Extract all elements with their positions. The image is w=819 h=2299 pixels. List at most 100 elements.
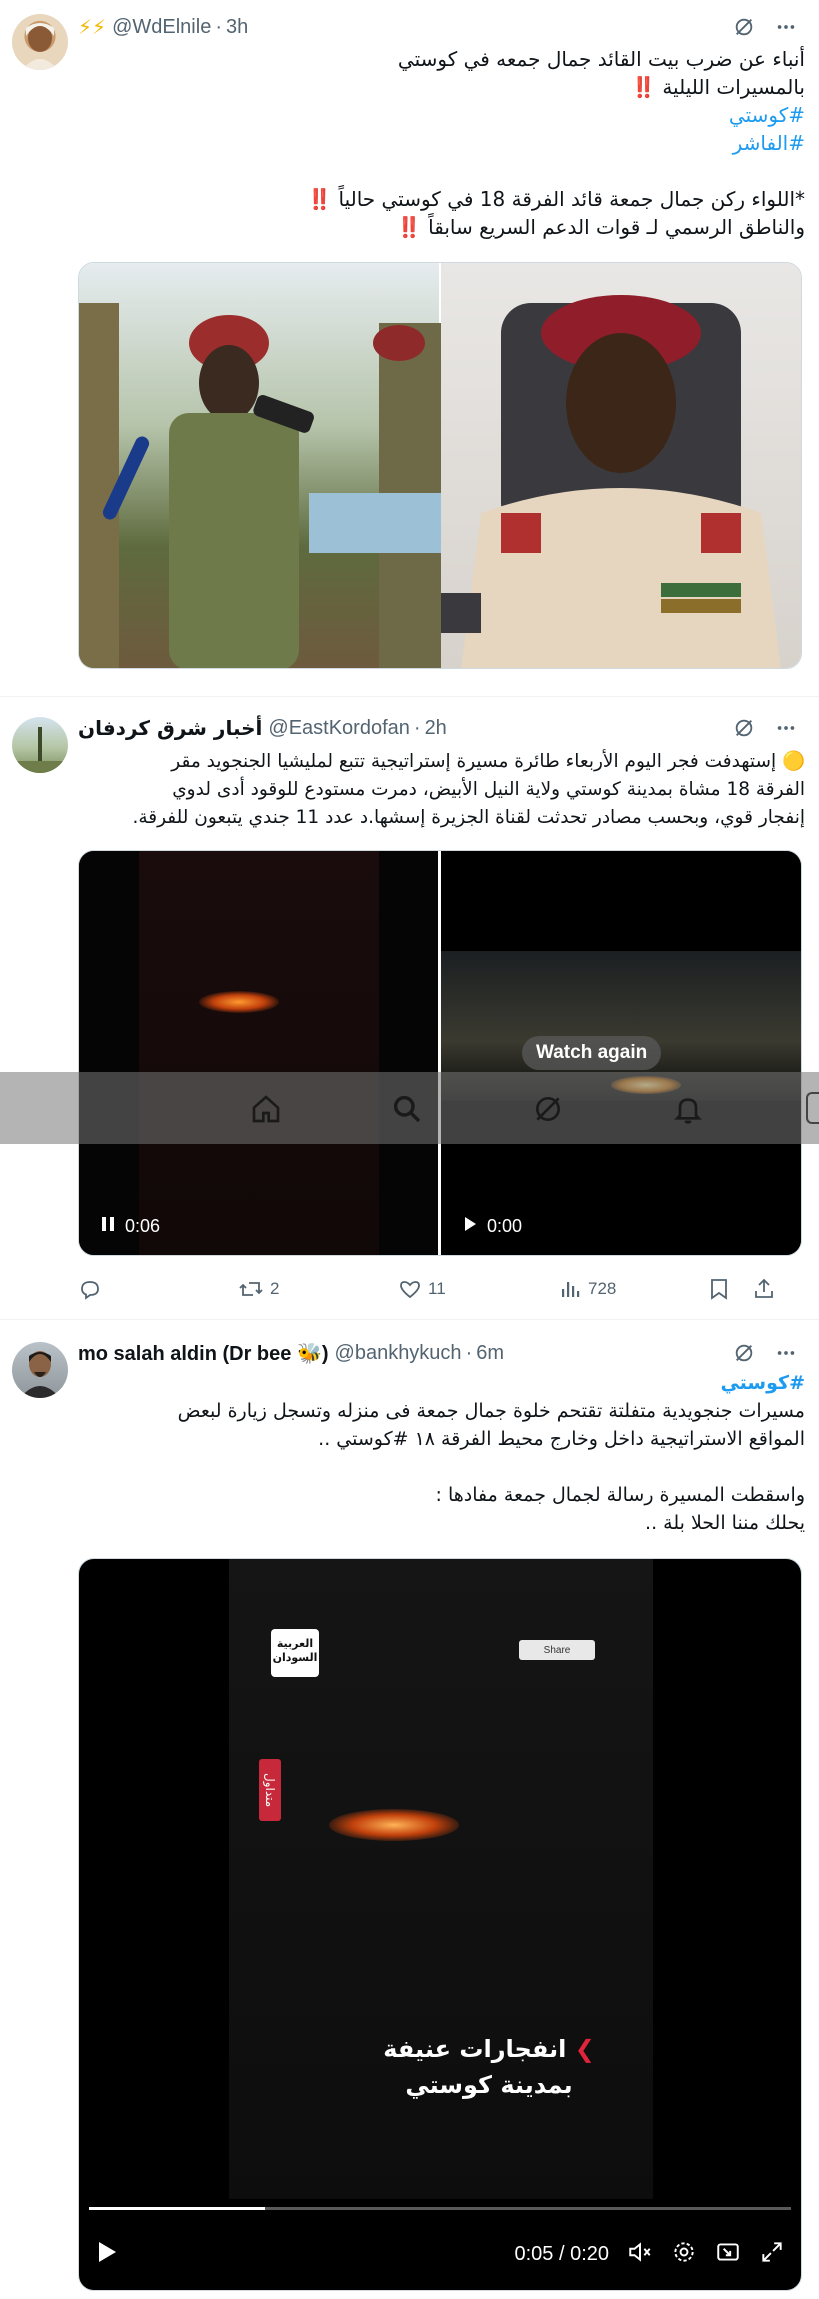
author-handle[interactable]: @EastKordofan [268, 717, 410, 740]
author-name[interactable]: ⚡⚡ [78, 15, 106, 40]
hashtag-link[interactable]: #كوستي [78, 1369, 805, 1397]
tweet-text: #كوستي مسيرات جنجويدية متفلتة تقتحم خلوة… [78, 1369, 805, 1537]
notifications-icon[interactable] [672, 1093, 704, 1130]
caption-line-1: ❯ انفجارات عنيفة [383, 2035, 595, 2063]
text-line: بالمسيرات الليلية ‼️ [631, 75, 805, 99]
channel-logo-text: العربية السودان [272, 1637, 318, 1664]
views-count: 728 [588, 1279, 617, 1298]
watch-again-button[interactable]: Watch again [522, 1036, 662, 1070]
separator-dot: · [413, 716, 421, 739]
tweet-text: 🟡 إستهدفت فجر اليوم الأربعاء طائرة مسيرة… [78, 748, 805, 832]
channel-logo: العربية السودان [271, 1629, 319, 1677]
more-icon[interactable] [773, 14, 799, 40]
fullscreen-icon[interactable] [759, 2239, 785, 2270]
more-icon[interactable] [773, 715, 799, 741]
reply-button[interactable] [78, 1277, 238, 1301]
avatar-image [22, 23, 58, 70]
more-icon[interactable] [773, 1340, 799, 1366]
author-name[interactable]: أخبار شرق كردفان [78, 716, 262, 740]
pause-icon[interactable] [101, 1216, 115, 1237]
text-line: إنفجار قوي، وبحسب مصادر تحدثت لقناة الجز… [132, 807, 805, 828]
video-left-controls: 0:06 [101, 1216, 160, 1237]
avatar[interactable] [12, 14, 68, 70]
video-progress-track[interactable] [89, 2207, 791, 2210]
mute-icon[interactable] [627, 2239, 653, 2270]
video-time-display: 0:05 / 0:20 [514, 2243, 609, 2265]
like-icon [400, 1281, 420, 1299]
author-handle[interactable]: @WdElnile [112, 16, 211, 39]
video-left-frame [139, 851, 379, 1255]
hashtag-link[interactable]: #الفاشر [78, 129, 805, 157]
timestamp[interactable]: 3h [226, 16, 248, 39]
video-left[interactable]: 0:06 [79, 851, 441, 1255]
bottom-nav-overlay: Watch again [0, 1036, 819, 1144]
grok-icon[interactable] [731, 715, 757, 741]
settings-icon[interactable] [671, 2239, 697, 2270]
video-grid[interactable]: 0:06 0:00 [78, 850, 802, 1256]
play-icon[interactable] [463, 1216, 477, 1237]
video-controls-right: 0:05 / 0:20 [514, 2239, 785, 2270]
watch-again-label: Watch again [536, 1042, 648, 1063]
tweet-3[interactable]: mo salah aldin (Dr bee 🐝) @bankhykuch · … [0, 1320, 819, 2299]
photo-grid[interactable] [78, 262, 802, 669]
video-player[interactable]: العربية السودان Share متداول ❯ انفجارات … [78, 1558, 802, 2291]
like-button[interactable]: 11 [398, 1277, 558, 1301]
share-button[interactable] [752, 1277, 776, 1301]
text-line: والناطق الرسمي لـ قوات الدعم السريع سابق… [396, 215, 805, 239]
pip-icon[interactable] [715, 2239, 741, 2270]
search-icon[interactable] [391, 1093, 423, 1130]
author-name[interactable]: mo salah aldin (Dr bee 🐝) [78, 1341, 329, 1366]
avatar[interactable] [12, 1342, 68, 1398]
text-line: أنباء عن ضرب بيت القائد جمال جمعه في كوس… [397, 47, 805, 71]
text-line: المواقع الاستراتيجية داخل وخارج محيط الف… [318, 1428, 805, 1450]
text-line: واسقطت المسيرة رسالة لجمال جمعة مفادها : [435, 1484, 805, 1506]
timestamp[interactable]: 6m [476, 1342, 504, 1365]
photo-left[interactable] [79, 263, 441, 668]
video-timestamp: 0:00 [487, 1216, 523, 1236]
tweet-2[interactable]: أخبار شرق كردفان @EastKordofan · 2h 🟡 إس… [0, 697, 819, 1320]
photo-right[interactable] [441, 263, 801, 668]
bookmark-icon [711, 1279, 727, 1300]
side-tag-label: متداول [263, 1772, 277, 1808]
home-icon[interactable] [250, 1093, 282, 1130]
reply-icon [81, 1281, 99, 1300]
retweet-count: 2 [270, 1279, 280, 1298]
tweet-text: أنباء عن ضرب بيت القائد جمال جمعه في كوس… [78, 45, 805, 241]
hashtag-link[interactable]: #كوستي [78, 101, 805, 129]
retweet-button[interactable]: 2 [238, 1277, 398, 1301]
share-icon [755, 1278, 773, 1298]
photo-general-illustration [441, 295, 781, 668]
video-right-controls: 0:00 [463, 1216, 522, 1237]
side-tag: متداول [259, 1759, 281, 1821]
timestamp[interactable]: 2h [425, 717, 447, 740]
views-icon [562, 1282, 580, 1297]
play-icon[interactable] [97, 2241, 117, 2268]
fire-glow [329, 1809, 459, 1841]
nav-edge-icon[interactable] [806, 1092, 819, 1124]
caption-line-2: بمدينة كوستي [405, 2071, 573, 2099]
caption-line-1-text: انفجارات عنيفة [383, 2035, 567, 2063]
text-line [78, 157, 805, 185]
author-handle[interactable]: @bankhykuch [335, 1342, 462, 1365]
grok-nav-icon[interactable] [532, 1093, 564, 1130]
video-timestamp: 0:06 [125, 1216, 161, 1236]
text-line [78, 1453, 805, 1481]
tweet-1[interactable]: ⚡⚡ @WdElnile · 3h أنباء عن ضرب بيت القائ… [0, 0, 819, 697]
tweet-actions: 2 11 728 [78, 1274, 802, 1304]
text-line: مسيرات جنجويدية متفلتة تقتحم خلوة جمال ج… [177, 1400, 805, 1422]
photo-soldiers-illustration [79, 303, 441, 668]
video-caption: ❯ انفجارات عنيفة بمدينة كوستي [379, 2031, 599, 2103]
tweet-header: ⚡⚡ @WdElnile · 3h [78, 12, 799, 42]
avatar[interactable] [12, 717, 68, 773]
views-button[interactable]: 728 [558, 1277, 708, 1301]
grok-icon[interactable] [731, 14, 757, 40]
bookmark-button[interactable] [708, 1277, 752, 1301]
separator-dot: · [215, 15, 222, 38]
avatar-image [20, 1351, 60, 1398]
grok-icon[interactable] [731, 1340, 757, 1366]
text-line: 🟡 إستهدفت فجر اليوم الأربعاء طائرة مسيرة… [171, 751, 805, 772]
separator-dot: · [465, 1341, 473, 1364]
video-progress-fill [89, 2207, 265, 2210]
tweet-header: mo salah aldin (Dr bee 🐝) @bankhykuch · … [78, 1338, 799, 1368]
share-tag: Share [519, 1640, 595, 1660]
